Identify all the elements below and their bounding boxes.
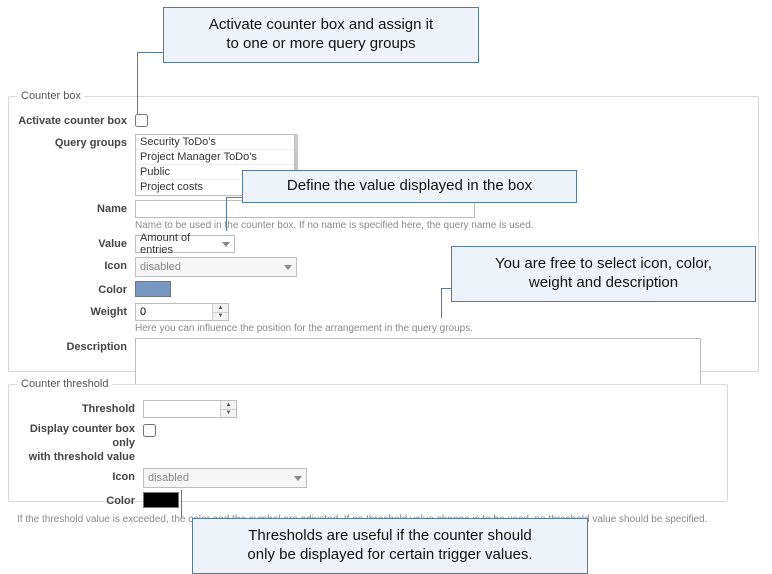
- counter-box-fieldset: Counter box Activate counter box Query g…: [8, 90, 759, 372]
- thr-color-swatch[interactable]: [143, 492, 179, 508]
- icon-label: Icon: [13, 257, 135, 275]
- icon-select-text: disabled: [140, 261, 181, 273]
- counter-threshold-legend: Counter threshold: [17, 378, 112, 390]
- weight-input[interactable]: [136, 304, 212, 320]
- counter-box-legend: Counter box: [17, 90, 85, 102]
- callout-style: You are free to select icon, color, weig…: [451, 246, 756, 302]
- description-label: Description: [13, 338, 135, 356]
- callout-value-line-v: [226, 197, 227, 231]
- value-label: Value: [13, 235, 135, 253]
- callout-threshold-text: Thresholds are useful if the counter sho…: [247, 527, 532, 563]
- callout-activate-line-h: [137, 52, 163, 53]
- callout-value: Define the value displayed in the box: [242, 170, 577, 203]
- counter-threshold-fieldset: Counter threshold Threshold ▲ ▼ Display …: [8, 378, 728, 502]
- value-select[interactable]: Amount of entries: [135, 235, 235, 253]
- activate-label: Activate counter box: [13, 112, 135, 130]
- callout-activate-line-v: [137, 52, 138, 115]
- display-only-checkbox[interactable]: [143, 424, 156, 437]
- spinner-down-button[interactable]: ▼: [213, 313, 228, 321]
- thr-icon-select-text: disabled: [148, 472, 189, 484]
- weight-hint: Here you can influence the position for …: [135, 323, 748, 334]
- weight-label: Weight: [13, 303, 135, 321]
- thr-icon-select[interactable]: disabled: [143, 468, 307, 488]
- display-only-label: Display counter box only with threshold …: [13, 422, 143, 464]
- chevron-down-icon: [294, 476, 302, 481]
- icon-select[interactable]: disabled: [135, 257, 297, 277]
- list-item[interactable]: Security ToDo's: [136, 135, 294, 150]
- spinner-down-button[interactable]: ▼: [221, 410, 236, 418]
- chevron-down-icon: [284, 265, 292, 270]
- callout-activate-text: Activate counter box and assign it to on…: [209, 16, 433, 52]
- callout-activate: Activate counter box and assign it to on…: [163, 7, 479, 63]
- chevron-down-icon: [222, 242, 230, 247]
- threshold-spinner[interactable]: ▲ ▼: [143, 400, 237, 418]
- query-groups-label: Query groups: [13, 134, 135, 152]
- name-label: Name: [13, 200, 135, 218]
- callout-threshold-line-v: [181, 490, 182, 518]
- value-select-text: Amount of entries: [140, 232, 222, 256]
- callout-threshold: Thresholds are useful if the counter sho…: [192, 518, 588, 574]
- callout-style-line-v: [441, 288, 442, 318]
- spinner-up-button[interactable]: ▲: [213, 304, 228, 313]
- thr-icon-label: Icon: [13, 468, 143, 486]
- callout-style-line-h: [441, 288, 451, 289]
- callout-value-line-h: [226, 197, 242, 198]
- spinner-up-button[interactable]: ▲: [221, 401, 236, 410]
- threshold-label: Threshold: [13, 400, 143, 418]
- color-label: Color: [13, 281, 135, 299]
- weight-spinner[interactable]: ▲ ▼: [135, 303, 229, 321]
- thr-color-label: Color: [13, 492, 143, 510]
- threshold-input[interactable]: [144, 401, 220, 417]
- color-swatch[interactable]: [135, 281, 171, 297]
- callout-style-text: You are free to select icon, color, weig…: [495, 255, 712, 291]
- activate-checkbox[interactable]: [135, 114, 148, 127]
- callout-value-text: Define the value displayed in the box: [287, 177, 532, 194]
- list-item[interactable]: Project Manager ToDo's: [136, 150, 294, 165]
